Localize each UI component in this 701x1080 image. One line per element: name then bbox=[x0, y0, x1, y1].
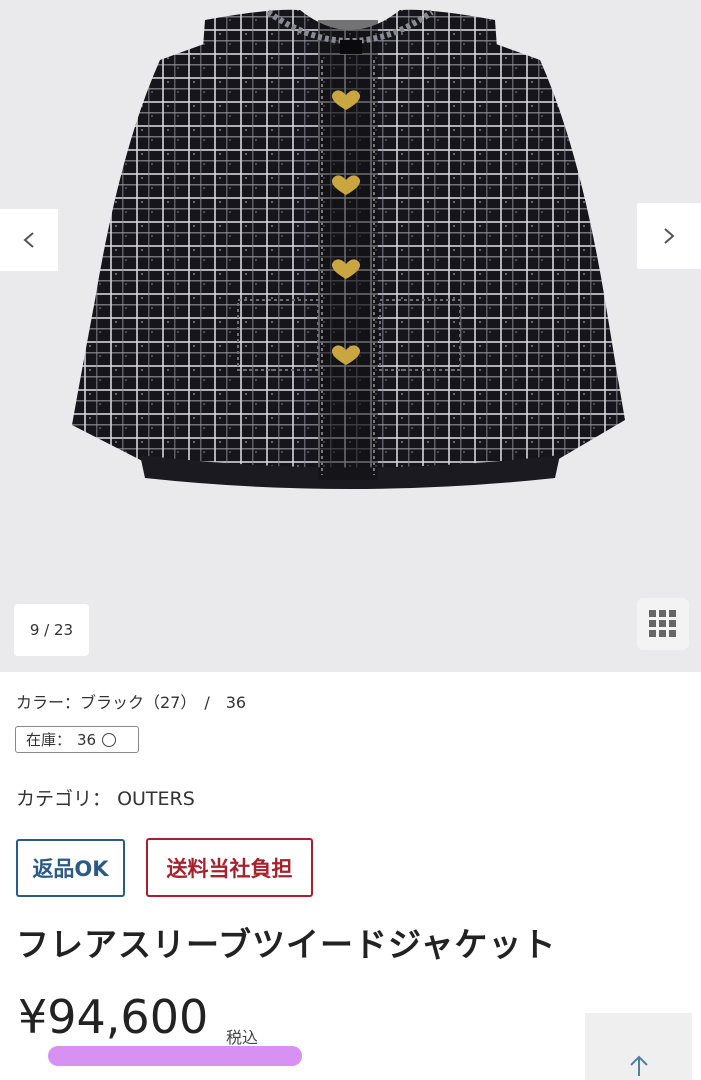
circle-icon bbox=[102, 732, 117, 747]
stock-status: 在庫： 36 bbox=[15, 726, 139, 753]
chevron-right-icon bbox=[664, 228, 675, 244]
free-shipping-badge: 送料当社負担 bbox=[146, 838, 313, 897]
category-label: カテゴリ： bbox=[16, 788, 112, 810]
product-price: ¥94,600 bbox=[18, 990, 209, 1044]
back-to-top-button[interactable] bbox=[585, 1013, 692, 1080]
image-counter: 9 / 23 bbox=[14, 604, 89, 656]
product-title: フレアスリーブツイードジャケット bbox=[16, 925, 557, 964]
stock-label: 在庫： bbox=[26, 731, 72, 749]
stock-size: 36 bbox=[77, 730, 97, 749]
price-highlight bbox=[48, 1046, 302, 1066]
color-size-info: カラー：ブラック（27） / 36 bbox=[16, 693, 247, 712]
prev-image-button[interactable] bbox=[0, 209, 58, 271]
thumbnail-grid-button[interactable] bbox=[637, 598, 689, 650]
product-gallery[interactable]: 9 / 23 bbox=[0, 0, 701, 672]
product-image bbox=[72, 9, 625, 489]
arrow-up-icon bbox=[629, 1055, 648, 1076]
tax-label: 税込 bbox=[226, 1028, 259, 1047]
category-value: OUTERS bbox=[117, 788, 195, 810]
chevron-left-icon bbox=[23, 232, 34, 248]
return-ok-badge: 返品OK bbox=[16, 839, 125, 897]
category-info: カテゴリ： OUTERS bbox=[16, 784, 195, 811]
next-image-button[interactable] bbox=[637, 203, 701, 269]
grid-icon bbox=[649, 610, 676, 637]
